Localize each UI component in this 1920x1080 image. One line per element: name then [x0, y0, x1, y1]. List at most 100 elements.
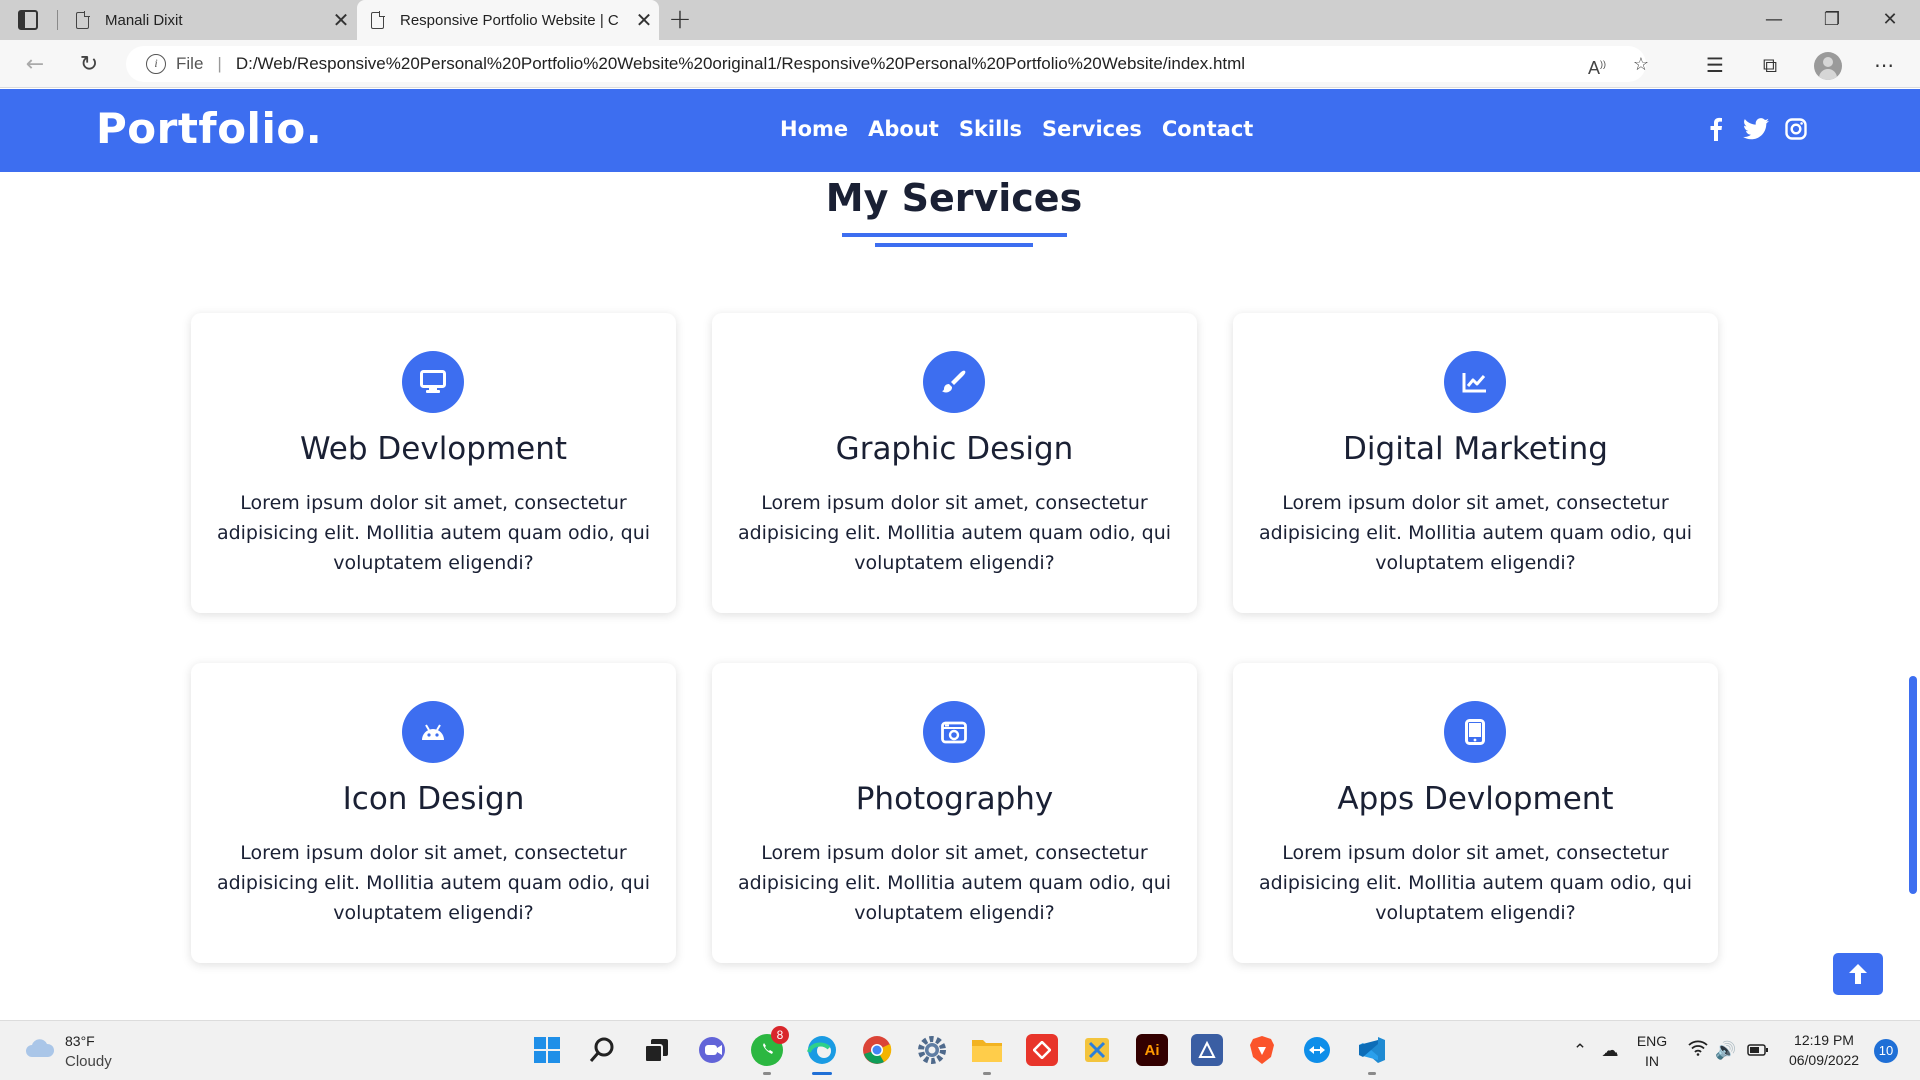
menu-item-home[interactable]: Home: [780, 117, 848, 141]
service-description: Lorem ipsum dolor sit amet, consectetur …: [1258, 842, 1693, 924]
anydesk-icon[interactable]: [1026, 1034, 1058, 1066]
title-underline-short: [875, 243, 1033, 247]
service-title: Graphic Design: [835, 431, 1074, 467]
favorites-icon[interactable]: ☰: [1699, 49, 1731, 81]
address-bar[interactable]: i File | D:/Web/Responsive%20Personal%20…: [126, 46, 1649, 82]
tab-title: Manali Dixit: [105, 11, 183, 29]
volume-icon[interactable]: 🔊: [1714, 1039, 1738, 1063]
facebook-icon[interactable]: [1702, 115, 1730, 143]
whatsapp-badge: 8: [771, 1026, 789, 1044]
azure-data-studio-icon[interactable]: [1191, 1034, 1223, 1066]
service-title: Icon Design: [342, 781, 525, 817]
close-icon[interactable]: ✕: [326, 8, 356, 33]
service-title: Apps Devlopment: [1337, 781, 1614, 817]
clock-date[interactable]: 06/09/2022: [1782, 1052, 1866, 1068]
windows-start-icon[interactable]: [531, 1034, 563, 1066]
language-indicator[interactable]: ENG: [1632, 1033, 1672, 1049]
instagram-icon[interactable]: [1782, 115, 1810, 143]
close-window-button[interactable]: ✕: [1870, 8, 1910, 32]
onedrive-icon[interactable]: ☁: [1598, 1039, 1622, 1063]
brand-logo[interactable]: Portfolio.: [96, 104, 322, 153]
android-icon: [402, 701, 464, 763]
desktop-icon: [402, 351, 464, 413]
service-description: Lorem ipsum dolor sit amet, consectetur …: [737, 492, 1172, 574]
chrome-icon[interactable]: [861, 1034, 893, 1066]
chart-line-icon: [1444, 351, 1506, 413]
page-icon: [371, 10, 385, 29]
service-description: Lorem ipsum dolor sit amet, consectetur …: [216, 842, 651, 924]
settings-gear-icon[interactable]: [916, 1034, 948, 1066]
read-aloud-icon[interactable]: A)): [1582, 46, 1612, 82]
restore-button[interactable]: ❐: [1812, 8, 1852, 32]
info-icon[interactable]: i: [146, 54, 166, 74]
service-card-icon-design: Icon Design Lorem ipsum dolor sit amet, …: [191, 663, 676, 963]
new-tab-button[interactable]: +: [665, 4, 695, 34]
profile-avatar[interactable]: [1814, 52, 1842, 80]
page-scrollbar-thumb[interactable]: [1909, 676, 1917, 894]
battery-icon[interactable]: [1746, 1039, 1770, 1063]
service-title: Web Devlopment: [299, 431, 568, 467]
main-menu: Home About Skills Services Contact: [780, 117, 1253, 141]
refresh-icon[interactable]: ↻: [74, 50, 104, 80]
tab-actions-icon[interactable]: [18, 10, 38, 30]
menu-item-services[interactable]: Services: [1042, 117, 1142, 141]
running-indicator: [1368, 1072, 1376, 1075]
menu-item-skills[interactable]: Skills: [959, 117, 1022, 141]
browser-tab-bar: Manali Dixit ✕ Responsive Portfolio Webs…: [0, 0, 1920, 40]
tab-responsive-portfolio[interactable]: Responsive Portfolio Website | C ✕: [357, 0, 659, 40]
snipping-tool-icon[interactable]: [1081, 1034, 1113, 1066]
tab-manali-dixit[interactable]: Manali Dixit ✕: [62, 0, 356, 40]
teams-chat-icon[interactable]: [696, 1034, 728, 1066]
illustrator-icon[interactable]: Ai: [1136, 1034, 1168, 1066]
cloud-icon: [26, 1039, 55, 1057]
whatsapp-icon[interactable]: 8: [751, 1026, 789, 1075]
edge-browser-icon[interactable]: [806, 1034, 838, 1075]
wifi-icon[interactable]: [1686, 1039, 1710, 1063]
service-card-digital-marketing: Digital Marketing Lorem ipsum dolor sit …: [1233, 313, 1718, 613]
teamviewer-icon[interactable]: [1301, 1034, 1333, 1066]
weather-temperature[interactable]: 83°F: [65, 1033, 95, 1049]
page-icon: [76, 10, 90, 29]
add-favorite-icon[interactable]: ☆: [1626, 46, 1656, 82]
service-card-photography: Photography Lorem ipsum dolor sit amet, …: [712, 663, 1197, 963]
vscode-icon[interactable]: [1356, 1034, 1388, 1075]
service-title: Digital Marketing: [1343, 431, 1608, 467]
windows-taskbar: 83°F Cloudy 8 Ai ⌃ ☁ ENG IN 🔊 12:19 PM 0…: [0, 1020, 1920, 1080]
service-description: Lorem ipsum dolor sit amet, consectetur …: [1258, 492, 1693, 574]
more-options-icon[interactable]: ⋯: [1868, 49, 1900, 81]
service-card-graphic-design: Graphic Design Lorem ipsum dolor sit ame…: [712, 313, 1197, 613]
service-description: Lorem ipsum dolor sit amet, consectetur …: [737, 842, 1172, 924]
back-arrow-icon[interactable]: ←: [20, 50, 50, 80]
collections-icon[interactable]: ⧉: [1754, 49, 1786, 81]
running-indicator: [763, 1072, 771, 1075]
site-navbar: Portfolio. Home About Skills Services Co…: [0, 89, 1920, 172]
paint-brush-icon: [923, 351, 985, 413]
brave-icon[interactable]: [1246, 1034, 1278, 1066]
clock-time[interactable]: 12:19 PM: [1782, 1032, 1866, 1048]
close-icon[interactable]: ✕: [629, 8, 659, 33]
arrow-up-icon: [1849, 964, 1867, 984]
url-text[interactable]: D:/Web/Responsive%20Personal%20Portfolio…: [236, 54, 1245, 74]
chevron-up-icon[interactable]: ⌃: [1568, 1039, 1592, 1063]
weather-description[interactable]: Cloudy: [65, 1053, 112, 1070]
notification-badge[interactable]: 10: [1874, 1039, 1898, 1063]
service-card-web-devlopment: Web Devlopment Lorem ipsum dolor sit ame…: [191, 313, 676, 613]
file-explorer-icon[interactable]: [971, 1034, 1003, 1075]
language-region[interactable]: IN: [1632, 1053, 1672, 1069]
tablet-icon: [1444, 701, 1506, 763]
menu-item-contact[interactable]: Contact: [1162, 117, 1254, 141]
camera-retro-icon: [923, 701, 985, 763]
url-separator: |: [217, 54, 222, 73]
tab-title: Responsive Portfolio Website | C: [400, 11, 619, 29]
scroll-to-top-button[interactable]: [1833, 953, 1883, 995]
menu-item-about[interactable]: About: [868, 117, 939, 141]
title-underline: [842, 233, 1067, 237]
minimize-button[interactable]: —: [1754, 8, 1794, 32]
task-view-icon[interactable]: [641, 1034, 673, 1066]
address-bar-row: ← ↻ i File | D:/Web/Responsive%20Persona…: [0, 40, 1920, 88]
search-icon[interactable]: [586, 1034, 618, 1066]
tab-separator: [57, 10, 58, 30]
twitter-icon[interactable]: [1742, 115, 1770, 143]
url-scheme: File: [176, 54, 204, 73]
service-card-apps-devlopment: Apps Devlopment Lorem ipsum dolor sit am…: [1233, 663, 1718, 963]
